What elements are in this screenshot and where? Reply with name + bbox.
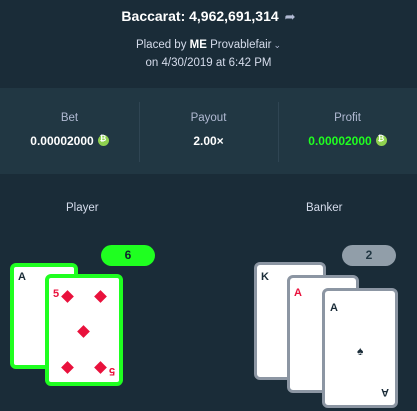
card-rank: 5 (108, 365, 115, 377)
card-rank: A (330, 302, 338, 314)
bet-title: Baccarat: 4,962,691,314 (121, 8, 279, 24)
card-rank: A (381, 386, 389, 398)
bet-label: Bet (60, 112, 79, 124)
bet-value: 0.00002000 (30, 134, 94, 148)
user-badge: ME (189, 39, 207, 51)
card-rank: K (261, 271, 269, 283)
bet-date: on 4/30/2019 at 6:42 PM (145, 57, 272, 69)
card-rank: A (294, 287, 302, 299)
placed-by-label: Placed by (135, 39, 187, 51)
payout-stat: Payout 2.00× (139, 88, 278, 174)
placed-by-row: Placed by ME Provablefair ⌄ (0, 39, 417, 51)
bet-details-header: Baccarat: 4,962,691,314 ➦ Placed by ME Pr… (0, 0, 417, 88)
chevron-down-icon[interactable]: ⌄ (274, 40, 282, 50)
diamond-pip-icon (61, 361, 74, 374)
banker-score-badge: 2 (342, 245, 396, 266)
payout-value: 2.00× (193, 134, 224, 148)
payout-label: Payout (190, 112, 227, 124)
profit-label: Profit (334, 112, 361, 124)
diamond-pip-icon (61, 290, 74, 303)
card-rank: 5 (53, 288, 60, 300)
player-score-badge: 6 (101, 245, 155, 266)
diamond-pip-icon (94, 361, 107, 374)
bitcoin-coin-icon (97, 134, 109, 146)
banker-card-3: A A ♠ (322, 288, 398, 408)
bet-stat: Bet 0.00002000 (0, 88, 139, 174)
bet-amount: 0.00002000 (0, 134, 139, 148)
bet-stats-panel: Bet 0.00002000 Payout 2.00× Profit 0.000… (0, 88, 417, 174)
player-label: Player (66, 202, 99, 214)
bet-title-row: Baccarat: 4,962,691,314 ➦ (0, 8, 417, 25)
spade-pip-icon: ♠ (357, 344, 364, 358)
profit-value: 0.00002000 (308, 134, 372, 148)
share-arrow-icon[interactable]: ➦ (285, 9, 296, 25)
banker-label: Banker (306, 202, 343, 214)
card-rank: A (18, 271, 26, 283)
profit-amount: 0.00002000 (278, 134, 417, 148)
bitcoin-coin-icon (375, 134, 387, 146)
diamond-pip-icon (94, 290, 107, 303)
player-card-2: 5 5 (45, 274, 123, 386)
diamond-pip-icon (77, 325, 90, 338)
username-link[interactable]: Provablefair (210, 39, 271, 51)
profit-stat: Profit 0.00002000 (278, 88, 417, 174)
baccarat-table: Player Banker 6 2 A 5 5 K ♠ A A A ♠ (0, 174, 417, 411)
